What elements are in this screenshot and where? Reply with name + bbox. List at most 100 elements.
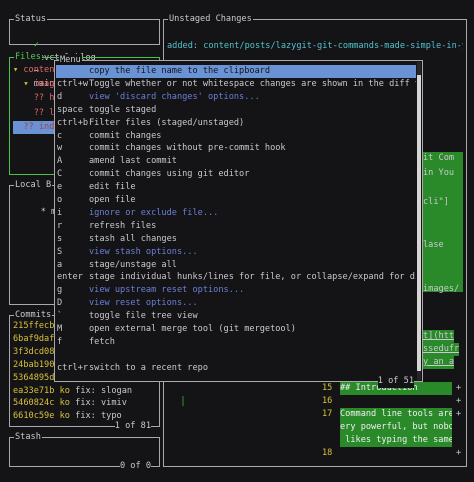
file-tree-item[interactable]: ?? ind (13, 120, 59, 134)
menu-item-label: amend last commit (89, 156, 177, 167)
menu-item-label: refresh files (89, 220, 157, 231)
menu-item-label: toggle staged (89, 104, 157, 115)
menu-item[interactable]: copy the file name to the clipboard (56, 65, 416, 78)
menu-item-key: o (57, 195, 63, 205)
menu-item[interactable]: c commit changes (56, 130, 416, 143)
menu-item[interactable]: Ccommit changes using git editor (56, 168, 416, 181)
menu-item-label: fetch (89, 336, 115, 347)
menu-item[interactable]: s stash all changes (56, 233, 416, 246)
menu-item-key: D (57, 298, 63, 309)
menu-item[interactable]: ctrl+r switch to a recent repo (56, 362, 416, 375)
menu-item-label: Toggle whether or not whitespace changes… (89, 78, 416, 89)
menu-item[interactable]: o open file (56, 194, 416, 207)
menu-item-label: commit changes (89, 130, 162, 141)
files-title: Files (14, 51, 42, 64)
menu-item[interactable]: enter stage individual hunks/lines for fi… (56, 271, 416, 284)
diff-line-fragment: in You (423, 167, 455, 178)
menu-item-label: toggle file tree view (89, 311, 198, 322)
file-tree-prefix: ▾ (13, 65, 24, 75)
file-tree-item[interactable]: ▾ imag (13, 78, 59, 91)
status-panel[interactable]: Status ✓ devctrl_blog → main (9, 13, 160, 89)
commit-hash: 3f3dcd08 (13, 346, 55, 357)
file-tree-item[interactable]: ▾ conten (13, 64, 59, 77)
commit-row[interactable]: ea33e71b ko fix: slogan (13, 385, 132, 398)
menu-item-label: ignore or exclude file... (89, 207, 219, 218)
menu-item[interactable]: Sview stash options... (56, 246, 416, 259)
menu-item-key: ` (57, 311, 63, 322)
diff-line-fragment: cli"] (423, 196, 449, 207)
menu-item-key: S (57, 246, 63, 257)
diff-line-number: 18 (322, 447, 333, 458)
menu-item[interactable]: ctrl+b Filter files (staged/unstaged) (56, 117, 416, 130)
menu-item-label: edit file (89, 182, 136, 193)
menu-item[interactable] (56, 349, 416, 362)
commit-author: ko (59, 398, 70, 409)
stash-panel[interactable]: Stash 0 of 0 (9, 431, 160, 473)
local-branches-title: Local B (14, 179, 53, 192)
menu-item-label: commit changes using git editor (89, 169, 250, 180)
unstaged-title: Unstaged Changes (168, 13, 253, 26)
menu-item[interactable]: r refresh files (56, 220, 416, 233)
stash-title: Stash (14, 431, 42, 444)
menu-item-label: commit changes without pre-commit hook (89, 143, 286, 154)
menu-item[interactable]: ` toggle file tree view (56, 310, 416, 323)
status-title: Status (14, 13, 48, 26)
menu-item[interactable]: f fetch (56, 336, 416, 349)
menu-item-label: Filter files (staged/unstaged) (89, 117, 245, 128)
menu-item-key: a (57, 259, 63, 270)
diff-line-fragment: lase (423, 240, 444, 250)
menu-item[interactable]: d view 'discard changes' options... (56, 91, 416, 104)
diff-line-content: ery powerful, but nobody (340, 420, 452, 434)
menu-item-key: M (57, 324, 63, 334)
menu-item-label: stage individual hunks/lines for file, o… (89, 272, 416, 283)
commit-row[interactable]: 6610c59e ko fix: typo (13, 410, 122, 423)
keybindings-menu[interactable]: Menu copy the file name to the clipboard… (54, 54, 423, 388)
diff-line-fragment: images/ (423, 283, 460, 294)
commit-hash: ea33e71b (13, 385, 55, 396)
commits-count: 1 of 81 (114, 420, 151, 433)
menu-scrollbar-thumb[interactable] (417, 75, 421, 371)
diff-line-content: likes typing the same c (340, 433, 452, 447)
commit-hash: 6baf9daf (13, 333, 55, 344)
menu-item-key: space (57, 104, 83, 115)
menu-item-key: ctrl+b (57, 117, 89, 128)
file-tree-item[interactable]: ?? h (13, 92, 59, 105)
file-tree-prefix: ?? ind (13, 121, 55, 132)
status-check-icon: ✓ (33, 39, 39, 50)
diff-link-fragment: t](htt (423, 330, 455, 343)
commit-author: ko (59, 411, 70, 422)
file-tree-name: imag (33, 79, 55, 90)
menu-item[interactable]: ctrl+w Toggle whether or not whitespace c… (56, 78, 416, 91)
menu-item-label: open file (89, 195, 136, 205)
menu-item-label: stage/unstage all (89, 259, 177, 270)
file-tree-prefix: ▾ (13, 79, 34, 90)
menu-item[interactable]: g view upstream reset options... (56, 284, 416, 297)
menu-item[interactable]: Mopen external merge tool (git mergetool… (56, 323, 416, 336)
menu-item-key: s (57, 233, 63, 244)
menu-item-key: d (57, 91, 63, 102)
diff-file-header: added: content/posts/lazygit-git-command… (167, 41, 463, 51)
menu-item[interactable]: space toggle staged (56, 104, 416, 117)
menu-item-key: ctrl+r (57, 362, 89, 373)
menu-item[interactable]: e edit file (56, 181, 416, 194)
menu-item[interactable]: a stage/unstage all (56, 259, 416, 272)
diff-line-number: 16 (322, 395, 333, 406)
menu-item-key: i (57, 207, 63, 218)
menu-item-label: view 'discard changes' options... (89, 91, 260, 102)
menu-item-key: g (57, 285, 63, 296)
menu-item-label: open external merge tool (git mergetool) (89, 324, 296, 334)
menu-item[interactable]: i ignore or exclude file... (56, 207, 416, 220)
menu-item-label: stash all changes (89, 233, 177, 244)
commit-row[interactable]: 5460824c ko fix: vimiv (13, 397, 127, 410)
menu-item[interactable]: Dview reset options... (56, 297, 416, 310)
menu-item[interactable]: w commit changes without pre-commit hook (56, 142, 416, 155)
commit-hash: 6610c59e (13, 411, 55, 422)
commit-hash: 5460824c (13, 398, 55, 409)
file-tree-item[interactable]: ?? l (13, 107, 59, 120)
diff-added-marker: + (456, 395, 462, 406)
diff-line-fragment: it Com (423, 153, 455, 163)
menu-item-key: e (57, 182, 63, 193)
menu-item[interactable]: Aamend last commit (56, 155, 416, 168)
menu-item-label: switch to a recent repo (89, 362, 208, 373)
diff-gutter-marker: │ (180, 396, 186, 407)
